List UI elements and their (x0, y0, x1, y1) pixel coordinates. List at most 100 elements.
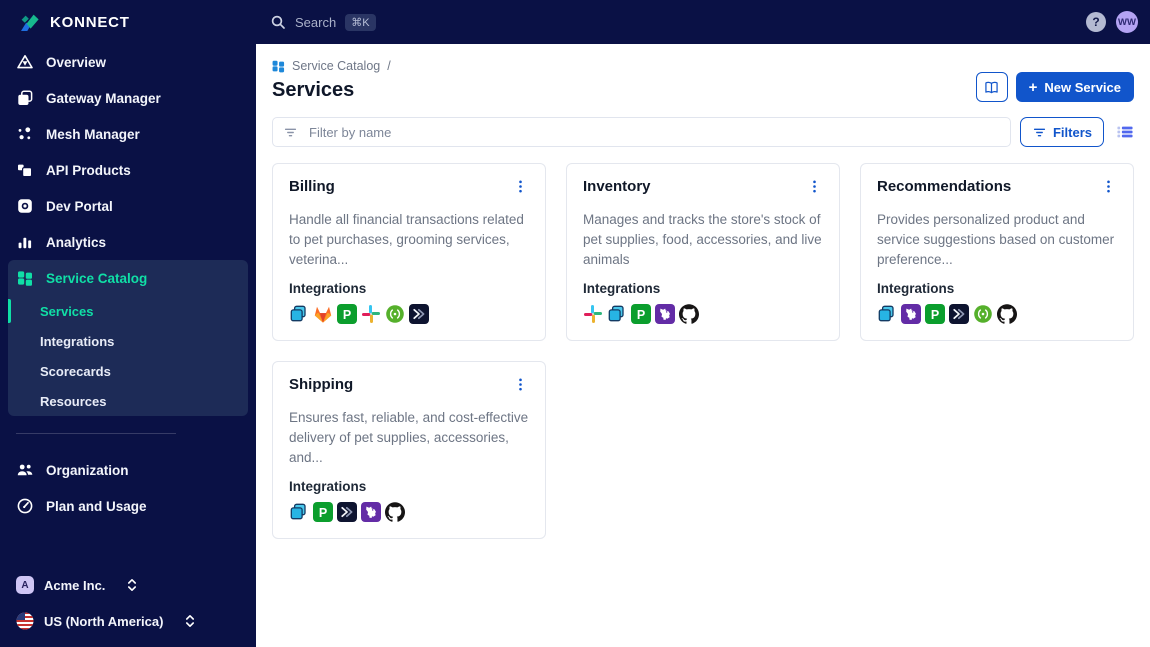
gateway-icon (878, 305, 894, 322)
app-window: KONNECT Search ⌘K ? WW Overview Gateway … (0, 0, 1150, 647)
search-icon (271, 15, 285, 29)
github-icon (997, 304, 1017, 324)
sidebar-item-overview[interactable]: Overview (8, 44, 248, 80)
integrations-icons: P (583, 303, 823, 324)
sidebar-item-plan-and-usage[interactable]: Plan and Usage (8, 488, 248, 524)
sidebar-item-gateway-manager[interactable]: Gateway Manager (8, 80, 248, 116)
filter-input-wrap (272, 117, 1011, 147)
pagerduty-icon: P (925, 303, 945, 324)
integrations-icons: P (289, 303, 529, 324)
sidebar-item-dev-portal[interactable]: Dev Portal (8, 188, 248, 224)
sidebar-child-label: Scorecards (40, 363, 111, 379)
sidebar-item-label: API Products (46, 162, 131, 178)
sidebar-item-label: Mesh Manager (46, 126, 140, 142)
org-switcher[interactable]: A Acme Inc. (8, 567, 248, 603)
mesh-manager-icon (18, 127, 31, 140)
chevron-up-down-icon (186, 615, 195, 627)
header-actions: + New Service (975, 72, 1134, 102)
service-card-shipping[interactable]: Shipping Ensures fast, reliable, and cos… (272, 360, 546, 539)
svg-text:P: P (931, 308, 939, 322)
sidebar-item-resources[interactable]: Resources (8, 386, 248, 416)
sidebar-child-label: Services (40, 303, 94, 319)
sidebar-item-scorecards[interactable]: Scorecards (8, 356, 248, 386)
help-button[interactable]: ? (1086, 12, 1106, 32)
kebab-menu-icon[interactable] (512, 376, 529, 398)
org-avatar: A (16, 576, 34, 594)
breadcrumb-link[interactable]: Service Catalog (292, 59, 380, 73)
sidebar-item-label: Overview (46, 54, 107, 70)
sidebar-item-label: Plan and Usage (46, 498, 147, 514)
search-shortcut-badge: ⌘K (345, 13, 376, 31)
filter-funnel-icon (284, 128, 297, 136)
sidebar-item-integrations[interactable]: Integrations (8, 326, 248, 356)
filters-button[interactable]: Filters (1019, 117, 1104, 147)
service-card-billing[interactable]: Billing Handle all financial transaction… (272, 163, 546, 341)
swaggerhub-icon (386, 305, 404, 323)
service-card-recommendations[interactable]: Recommendations Provides personalized pr… (860, 163, 1134, 341)
analytics-icon (18, 237, 32, 249)
sidebar-item-analytics[interactable]: Analytics (8, 224, 248, 260)
sidebar-item-label: Gateway Manager (46, 90, 161, 106)
dev-portal-icon (18, 199, 32, 213)
brand-logo[interactable]: KONNECT (0, 10, 256, 34)
sidebar-child-label: Resources (40, 393, 107, 409)
traceable-icon (949, 303, 969, 324)
gitlab-icon (314, 306, 332, 323)
sidebar-item-mesh-manager[interactable]: Mesh Manager (8, 116, 248, 152)
sidebar-item-service-catalog[interactable]: Service Catalog (8, 260, 248, 296)
gateway-icon (608, 305, 624, 322)
sidebar-divider (16, 433, 176, 434)
swaggerhub-icon (974, 305, 992, 323)
integrations-label: Integrations (583, 280, 661, 296)
kebab-menu-icon[interactable] (1100, 178, 1117, 200)
card-description: Provides personalized product and servic… (877, 212, 1115, 267)
github-icon (385, 502, 405, 522)
table-view-toggle[interactable] (1116, 124, 1134, 140)
integrations-label: Integrations (877, 280, 955, 296)
brand-name: KONNECT (50, 13, 130, 31)
svg-text:P: P (343, 308, 351, 322)
sidebar-footer: A Acme Inc. US (North America) (8, 567, 248, 639)
user-avatar[interactable]: WW (1116, 11, 1138, 33)
sidebar-item-services[interactable]: Services (8, 296, 248, 326)
service-cards-grid: Billing Handle all financial transaction… (272, 163, 1134, 539)
sidebar-child-label: Integrations (40, 333, 115, 349)
konnect-logo-icon (21, 14, 39, 31)
docs-button[interactable] (975, 72, 1008, 102)
sidebar-item-label: Organization (46, 462, 129, 478)
new-service-button[interactable]: + New Service (1015, 72, 1134, 102)
gateway-icon (290, 305, 306, 322)
main-content: Service Catalog / Services + New Service (256, 44, 1150, 647)
sidebar: Overview Gateway Manager Mesh Manager AP… (0, 44, 256, 647)
topbar-right: ? WW (1086, 11, 1150, 33)
global-search[interactable]: Search ⌘K (270, 13, 376, 31)
service-catalog-breadcrumb-icon (272, 60, 285, 72)
traceable-icon (409, 303, 429, 324)
us-flag-icon (16, 612, 34, 630)
filter-row: Filters (272, 117, 1134, 147)
region-switcher[interactable]: US (North America) (8, 603, 248, 639)
filter-by-name-input[interactable] (307, 123, 1000, 141)
service-catalog-icon (18, 271, 32, 286)
filters-funnel-icon (1033, 128, 1046, 136)
pagerduty-icon: P (313, 501, 333, 522)
kebab-menu-icon[interactable] (806, 178, 823, 200)
pagerduty-icon: P (631, 303, 651, 324)
sidebar-item-organization[interactable]: Organization (8, 452, 248, 488)
traceable-icon (337, 501, 357, 522)
svg-text:P: P (319, 506, 327, 520)
integrations-icons: P (877, 303, 1117, 324)
sidebar-item-label: Analytics (46, 234, 107, 250)
slack-icon (584, 304, 602, 323)
service-card-inventory[interactable]: Inventory Manages and tracks the store's… (566, 163, 840, 341)
plus-icon: + (1028, 78, 1038, 96)
page-header: Service Catalog / Services + New Service (272, 59, 1134, 102)
page-title: Services (272, 79, 355, 101)
breadcrumb-separator: / (387, 59, 391, 73)
kebab-menu-icon[interactable] (512, 178, 529, 200)
card-description: Manages and tracks the store's stock of … (583, 212, 822, 267)
card-title: Billing (289, 178, 335, 195)
sidebar-item-label: Service Catalog (46, 270, 148, 286)
sidebar-item-api-products[interactable]: API Products (8, 152, 248, 188)
breadcrumb[interactable]: Service Catalog / (272, 59, 391, 73)
